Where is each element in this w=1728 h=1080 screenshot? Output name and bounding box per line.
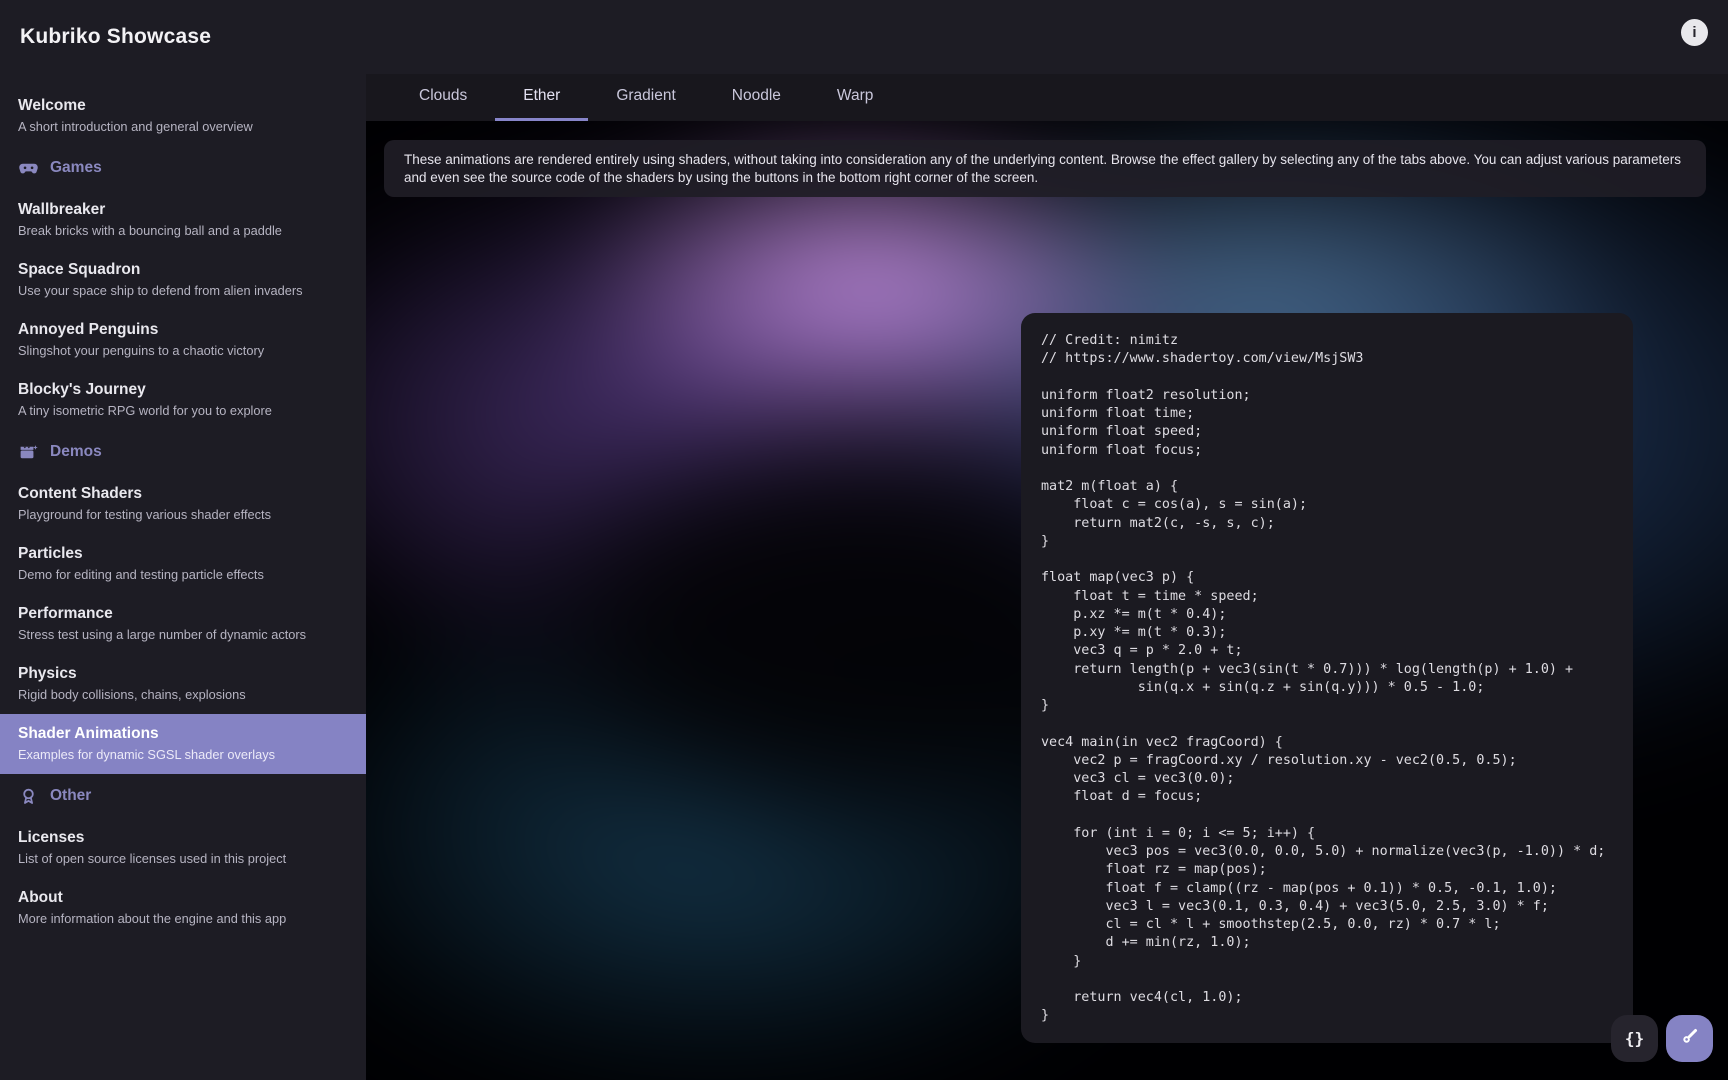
item-description: Use your space ship to defend from alien… [18, 282, 348, 299]
tab-label: Gradient [616, 87, 675, 105]
sidebar-item-wallbreaker[interactable]: Wallbreaker Break bricks with a bouncing… [0, 190, 366, 250]
gamepad-icon [18, 158, 39, 179]
sidebar-section-demos: Demos [0, 430, 366, 474]
sidebar-item-blockys-journey[interactable]: Blocky's Journey A tiny isometric RPG wo… [0, 370, 366, 430]
code-braces-icon: {} [1625, 1029, 1644, 1048]
effect-description-panel: These animations are rendered entirely u… [384, 140, 1706, 197]
item-description: Examples for dynamic SGSL shader overlay… [18, 746, 348, 763]
effect-description-text: These animations are rendered entirely u… [404, 152, 1681, 185]
shader-source-code: // Credit: nimitz // https://www.shadert… [1041, 332, 1613, 1026]
item-title: Particles [18, 544, 348, 564]
sidebar-item-performance[interactable]: Performance Stress test using a large nu… [0, 594, 366, 654]
item-title: Licenses [18, 828, 348, 848]
floating-action-buttons: {} [1611, 1015, 1713, 1062]
tab-gradient[interactable]: Gradient [588, 74, 703, 121]
info-icon: i [1692, 24, 1696, 41]
effect-tab-bar: Clouds Ether Gradient Noodle Warp [366, 74, 1728, 121]
sidebar-item-content-shaders[interactable]: Content Shaders Playground for testing v… [0, 474, 366, 534]
clapperboard-icon [18, 442, 39, 463]
item-description: Slingshot your penguins to a chaotic vic… [18, 342, 348, 359]
sidebar-section-other: Other [0, 774, 366, 818]
page-title: Kubriko Showcase [20, 25, 211, 49]
tab-label: Warp [837, 87, 873, 105]
item-title: Physics [18, 664, 348, 684]
sidebar-item-welcome[interactable]: Welcome A short introduction and general… [0, 86, 366, 146]
sidebar-item-particles[interactable]: Particles Demo for editing and testing p… [0, 534, 366, 594]
item-description: Stress test using a large number of dyna… [18, 626, 348, 643]
item-description: A tiny isometric RPG world for you to ex… [18, 402, 348, 419]
item-title: Content Shaders [18, 484, 348, 504]
item-title: Space Squadron [18, 260, 348, 280]
item-description: Rigid body collisions, chains, explosion… [18, 686, 348, 703]
item-title: Annoyed Penguins [18, 320, 348, 340]
sidebar-section-games: Games [0, 146, 366, 190]
sidebar-item-licenses[interactable]: Licenses List of open source licenses us… [0, 818, 366, 878]
item-title: Shader Animations [18, 724, 348, 744]
item-description: List of open source licenses used in thi… [18, 850, 348, 867]
tab-clouds[interactable]: Clouds [391, 74, 495, 121]
section-label: Demos [50, 443, 102, 461]
item-description: A short introduction and general overvie… [18, 118, 348, 135]
section-label: Other [50, 787, 91, 805]
item-description: Break bricks with a bouncing ball and a … [18, 222, 348, 239]
item-description: Playground for testing various shader ef… [18, 506, 348, 523]
item-description: More information about the engine and th… [18, 910, 348, 927]
item-title: About [18, 888, 348, 908]
item-title: Blocky's Journey [18, 380, 348, 400]
section-label: Games [50, 159, 102, 177]
item-title: Wallbreaker [18, 200, 348, 220]
shader-code-panel: // Credit: nimitz // https://www.shadert… [1021, 313, 1633, 1043]
sidebar: Welcome A short introduction and general… [0, 74, 366, 1080]
toggle-code-button[interactable]: {} [1611, 1015, 1658, 1062]
tab-label: Ether [523, 87, 560, 105]
tab-ether[interactable]: Ether [495, 74, 588, 121]
top-bar: Kubriko Showcase i [0, 0, 1728, 74]
tab-label: Noodle [732, 87, 781, 105]
main-content: Clouds Ether Gradient Noodle Warp These … [366, 74, 1728, 1080]
sidebar-item-space-squadron[interactable]: Space Squadron Use your space ship to de… [0, 250, 366, 310]
info-button[interactable]: i [1681, 19, 1708, 46]
item-title: Welcome [18, 96, 348, 116]
tab-warp[interactable]: Warp [809, 74, 901, 121]
paintbrush-icon [1679, 1025, 1701, 1052]
sidebar-item-shader-animations[interactable]: Shader Animations Examples for dynamic S… [0, 714, 366, 774]
item-description: Demo for editing and testing particle ef… [18, 566, 348, 583]
sidebar-item-physics[interactable]: Physics Rigid body collisions, chains, e… [0, 654, 366, 714]
sidebar-item-annoyed-penguins[interactable]: Annoyed Penguins Slingshot your penguins… [0, 310, 366, 370]
sidebar-item-about[interactable]: About More information about the engine … [0, 878, 366, 938]
tab-noodle[interactable]: Noodle [704, 74, 809, 121]
badge-icon [18, 786, 39, 807]
tab-label: Clouds [419, 87, 467, 105]
adjust-parameters-button[interactable] [1666, 1015, 1713, 1062]
item-title: Performance [18, 604, 348, 624]
